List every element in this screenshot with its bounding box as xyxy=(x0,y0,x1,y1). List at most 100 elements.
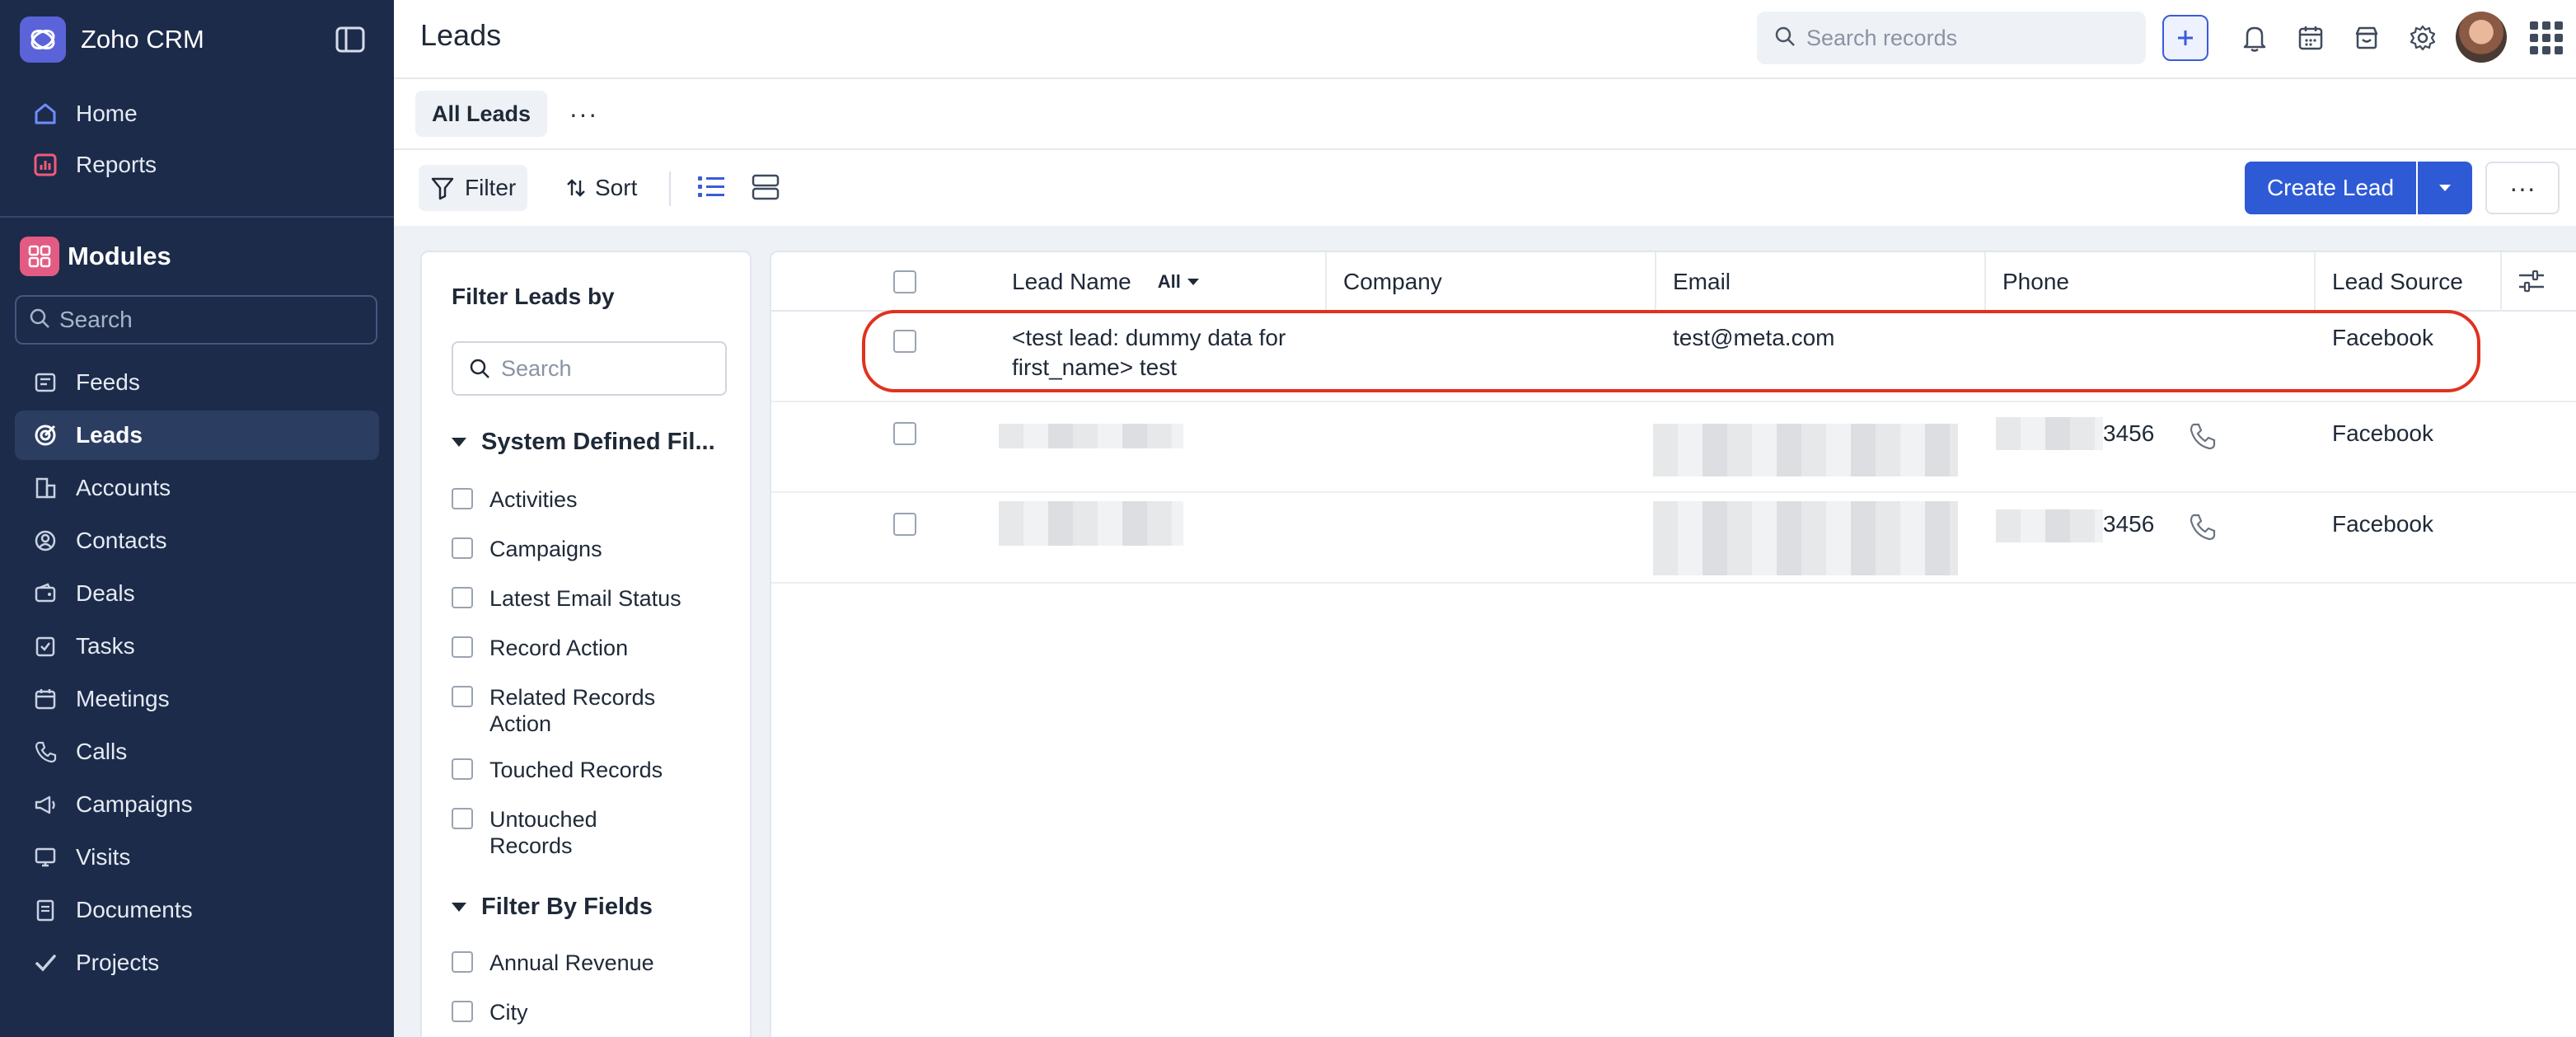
sidebar-top-nav: Home Reports xyxy=(0,87,394,191)
deals-icon xyxy=(30,578,61,609)
sidebar-modules-nav: Feeds Leads Accounts Contacts Deals Task… xyxy=(0,356,394,991)
checkbox[interactable] xyxy=(452,537,473,559)
sidebar-item-label: Calls xyxy=(76,739,128,764)
sidebar-collapse-icon[interactable] xyxy=(335,25,366,54)
sidebar-item-campaigns[interactable]: Campaigns xyxy=(15,780,379,829)
sidebar-item-calls[interactable]: Calls xyxy=(15,727,379,777)
column-phone[interactable]: Phone xyxy=(1986,252,2316,312)
sort-icon xyxy=(567,179,585,197)
sidebar-item-documents[interactable]: Documents xyxy=(15,885,379,935)
filter-search-input[interactable] xyxy=(501,355,715,382)
checkbox[interactable] xyxy=(452,636,473,658)
global-search-input[interactable] xyxy=(1806,25,2119,51)
quick-create-button[interactable] xyxy=(2162,15,2208,61)
sidebar-search-input[interactable] xyxy=(59,307,356,333)
section-label: Filter By Fields xyxy=(481,894,653,920)
table-view-icon[interactable] xyxy=(747,168,785,206)
create-lead-dropdown[interactable] xyxy=(2418,162,2472,214)
sidebar-item-home[interactable]: Home xyxy=(15,89,379,138)
create-lead-button[interactable]: Create Lead xyxy=(2245,162,2416,214)
email-cell[interactable]: test@meta.com xyxy=(1673,323,1834,353)
reports-icon xyxy=(30,149,61,181)
filter-option[interactable]: Record Action xyxy=(452,635,732,661)
filter-option[interactable]: Annual Revenue xyxy=(452,950,732,976)
feeds-icon xyxy=(30,367,61,398)
checkbox[interactable] xyxy=(452,1001,473,1022)
column-label: Email xyxy=(1673,269,1731,294)
checkbox[interactable] xyxy=(452,488,473,509)
bell-icon[interactable] xyxy=(2236,20,2273,56)
field-filters-section[interactable]: Filter By Fields xyxy=(452,894,653,921)
sidebar-item-contacts[interactable]: Contacts xyxy=(15,516,379,565)
apps-grid-icon[interactable] xyxy=(2530,21,2563,54)
column-company[interactable]: Company xyxy=(1327,252,1656,312)
row-checkbox[interactable] xyxy=(893,513,916,536)
sidebar-item-projects[interactable]: Projects xyxy=(15,938,379,988)
avatar[interactable] xyxy=(2456,12,2507,63)
phone-icon[interactable] xyxy=(2187,511,2218,547)
sidebar-item-label: Accounts xyxy=(76,475,171,500)
system-filters-section[interactable]: System Defined Fil... xyxy=(452,429,715,456)
filter-option[interactable]: Activities xyxy=(452,486,732,513)
redacted-email xyxy=(1653,501,1958,575)
row-checkbox[interactable] xyxy=(893,330,916,353)
filter-option[interactable]: Related Records Action xyxy=(452,684,732,737)
select-all-checkbox[interactable] xyxy=(893,270,916,293)
plus-icon xyxy=(2178,30,2193,45)
filter-option[interactable]: Untouched Records xyxy=(452,806,732,859)
sidebar-item-meetings[interactable]: Meetings xyxy=(15,674,379,724)
checkbox[interactable] xyxy=(452,686,473,707)
sidebar-item-label: Documents xyxy=(76,897,193,922)
filter-button[interactable]: Filter xyxy=(419,165,528,211)
lead-name-cell[interactable]: <test lead: dummy data for first_name> t… xyxy=(1012,323,1317,382)
sidebar-item-reports[interactable]: Reports xyxy=(15,140,379,190)
phone-cell[interactable]: 3456 xyxy=(2103,419,2154,448)
marketplace-icon[interactable] xyxy=(2349,20,2385,56)
modules-label: Modules xyxy=(68,242,171,270)
filter-label: Filter xyxy=(465,175,517,200)
column-lead-source[interactable]: Lead Source xyxy=(2316,252,2502,312)
list-view-icon[interactable] xyxy=(692,168,730,206)
checkbox[interactable] xyxy=(452,951,473,973)
phone-cell[interactable]: 3456 xyxy=(2103,509,2154,539)
search-icon xyxy=(470,359,489,378)
sidebar-item-feeds[interactable]: Feeds xyxy=(15,358,379,407)
sort-button[interactable]: Sort xyxy=(557,165,645,211)
lead-name-filter-dropdown[interactable]: All xyxy=(1158,271,1199,293)
filter-option[interactable]: Latest Email Status xyxy=(452,585,732,612)
calendar-icon[interactable] xyxy=(2293,20,2329,56)
filter-option[interactable]: Campaigns xyxy=(452,536,732,562)
search-icon xyxy=(28,307,51,334)
table-row[interactable]: 3456 Facebook xyxy=(771,493,2576,584)
views-more-button[interactable]: ··· xyxy=(565,97,602,130)
checkbox[interactable] xyxy=(452,808,473,829)
sidebar: Zoho CRM Home Reports Modules Feeds Lead… xyxy=(0,0,394,1037)
gear-icon[interactable] xyxy=(2405,20,2441,56)
table-row[interactable]: <test lead: dummy data for first_name> t… xyxy=(771,312,2576,402)
column-lead-name[interactable]: Lead Name All xyxy=(995,252,1327,312)
column-email[interactable]: Email xyxy=(1656,252,1986,312)
sidebar-item-label: Feeds xyxy=(76,369,140,395)
checkbox[interactable] xyxy=(452,587,473,608)
row-checkbox[interactable] xyxy=(893,422,916,445)
table-row[interactable]: 3456 Facebook xyxy=(771,402,2576,493)
filter-option[interactable]: City xyxy=(452,999,732,1025)
sidebar-item-deals[interactable]: Deals xyxy=(15,569,379,618)
tab-all-leads[interactable]: All Leads xyxy=(415,91,548,137)
phone-icon[interactable] xyxy=(2187,420,2218,456)
brand[interactable]: Zoho CRM xyxy=(20,16,204,63)
modules-heading[interactable]: Modules xyxy=(20,236,171,277)
tasks-icon xyxy=(30,631,61,662)
sidebar-item-tasks[interactable]: Tasks xyxy=(15,622,379,671)
checkbox[interactable] xyxy=(452,758,473,780)
filter-option-label: Latest Email Status xyxy=(489,586,681,611)
sidebar-item-leads[interactable]: Leads xyxy=(15,411,379,460)
sidebar-item-accounts[interactable]: Accounts xyxy=(15,463,379,513)
filter-option[interactable]: Touched Records xyxy=(452,757,732,783)
sidebar-item-visits[interactable]: Visits xyxy=(15,833,379,882)
filter-icon xyxy=(431,177,454,200)
views-bar: All Leads ··· xyxy=(394,79,2576,150)
more-actions-button[interactable]: ··· xyxy=(2485,162,2560,214)
column-settings-icon[interactable] xyxy=(2517,267,2550,297)
column-label: Lead Name xyxy=(1012,269,1131,294)
